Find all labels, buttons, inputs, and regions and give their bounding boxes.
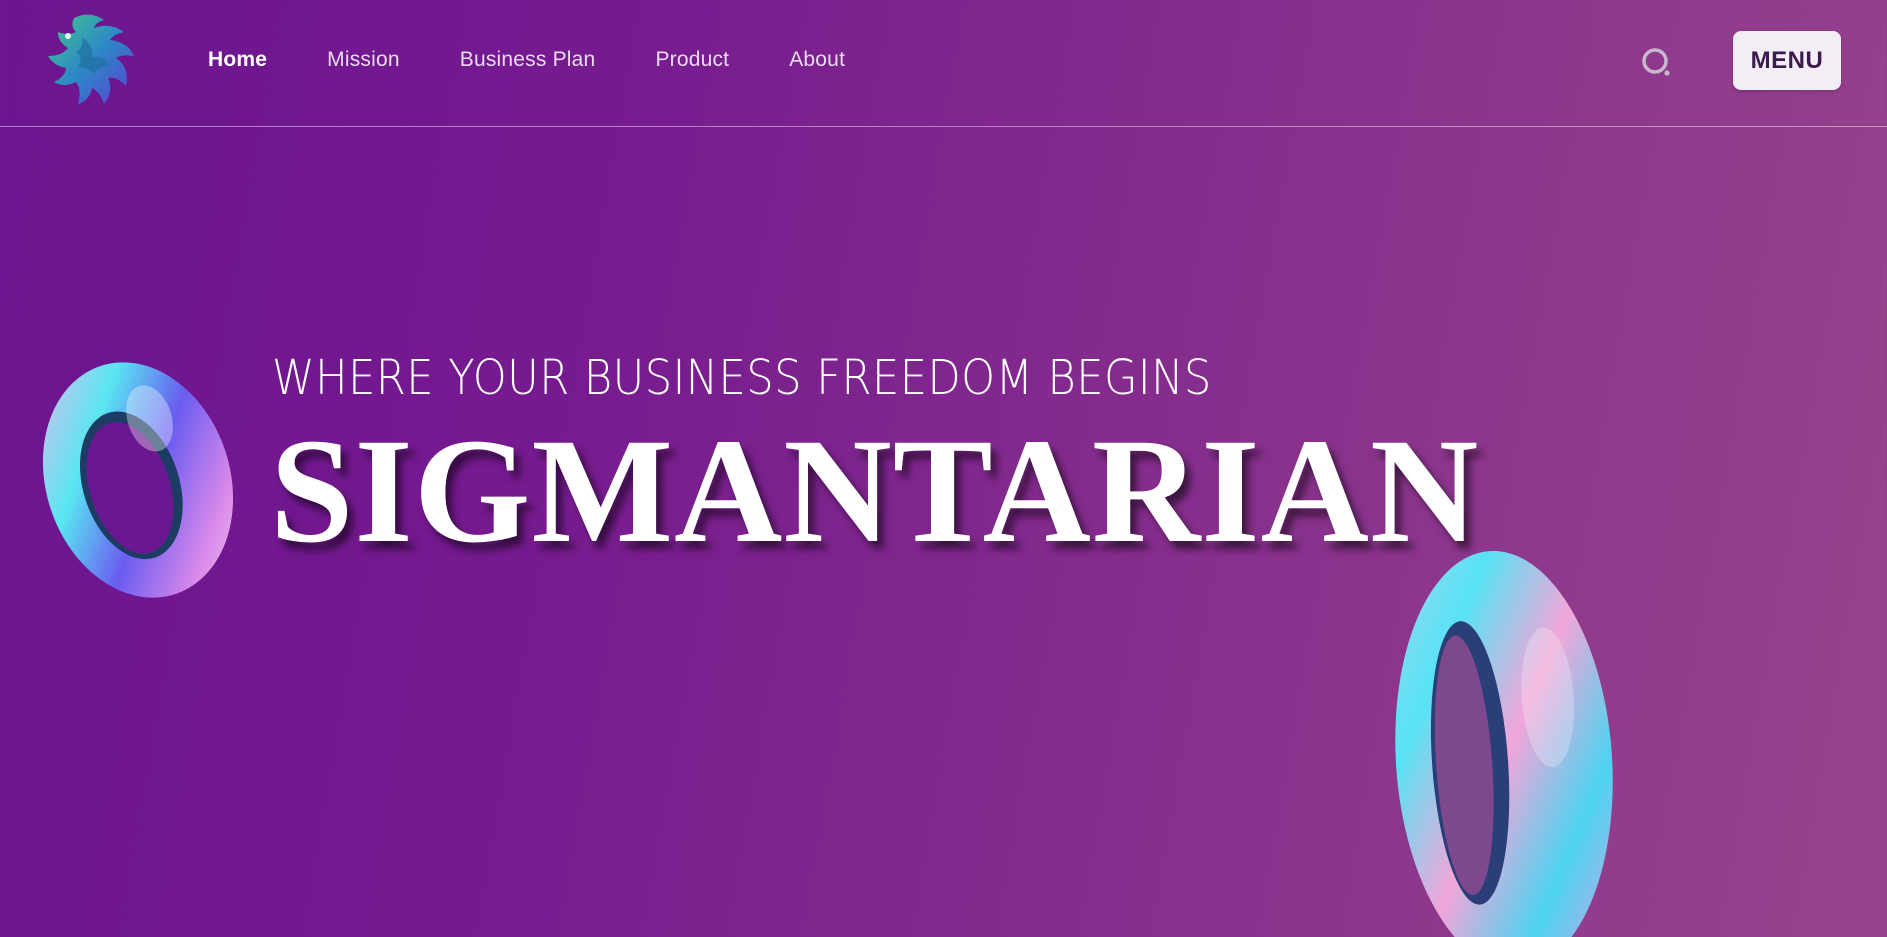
hero-title: SIGMANTARIAN	[270, 408, 1480, 574]
menu-button[interactable]: MENU	[1733, 31, 1841, 90]
search-icon[interactable]	[1640, 46, 1674, 80]
site-header: Home Mission Business Plan Product About…	[0, 0, 1887, 127]
main-nav: Home Mission Business Plan Product About	[208, 48, 905, 72]
hero-tagline: WHERE YOUR BUSINESS FREEDOM BEGINS	[272, 350, 1212, 406]
dragon-logo-icon[interactable]	[44, 8, 140, 108]
nav-business-plan-link[interactable]: Business Plan	[460, 48, 596, 72]
nav-about-link[interactable]: About	[789, 48, 845, 72]
holographic-ring-icon	[28, 355, 248, 605]
nav-mission-link[interactable]: Mission	[327, 48, 400, 72]
holographic-ring-icon	[1392, 520, 1632, 937]
nav-product-link[interactable]: Product	[655, 48, 729, 72]
nav-home-link[interactable]: Home	[208, 48, 267, 72]
